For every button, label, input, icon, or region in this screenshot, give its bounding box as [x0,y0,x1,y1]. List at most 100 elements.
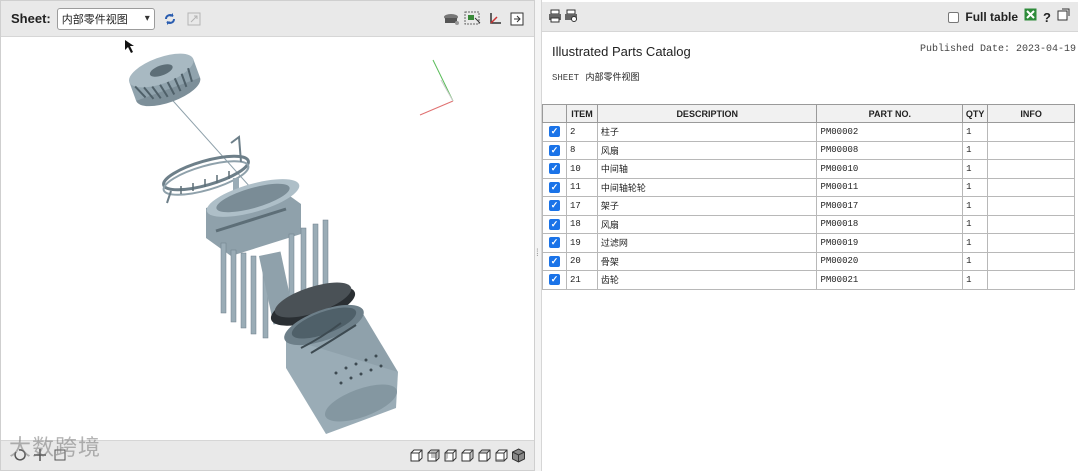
qty-cell: 1 [962,122,989,142]
info-cell [987,140,1075,160]
orientation-axes-icon [419,59,454,116]
sheet-label: Sheet: [11,11,51,26]
print-icon[interactable] [548,9,562,28]
table-row[interactable]: ✓ 2 柱子 PM00002 1 [542,122,1075,142]
header-description[interactable]: DESCRIPTION [596,104,818,123]
part-no-cell: PM00017 [816,196,964,216]
table-row[interactable]: ✓ 18 风扇 PM00018 1 [542,214,1075,234]
view-bottom-icon[interactable] [494,448,509,463]
mouse-cursor-icon [125,40,134,53]
part-no-cell: PM00010 [816,159,964,179]
table-row[interactable]: ✓ 11 中间轴轮轮 PM00011 1 [542,177,1075,197]
exploded-assembly-model [125,40,454,434]
axes-icon[interactable] [486,10,504,28]
fit-view-icon[interactable] [185,10,203,28]
table-row[interactable]: ✓ 8 风扇 PM00008 1 [542,140,1075,160]
info-cell [987,233,1075,253]
print-preview-icon[interactable] [564,9,578,28]
description-cell: 骨架 [596,251,818,271]
info-cell [987,196,1075,216]
header-info[interactable]: INFO [987,104,1075,123]
row-checkbox[interactable]: ✓ [548,163,560,175]
sheet-key: SHEET [552,73,580,83]
row-checkbox-cell: ✓ [542,251,567,271]
info-cell [987,214,1075,234]
info-cell [987,177,1075,197]
info-cell [987,159,1075,179]
item-cell: 21 [565,270,598,290]
row-checkbox[interactable]: ✓ [548,144,560,156]
row-checkbox-cell: ✓ [542,214,567,234]
qty-cell: 1 [962,177,989,197]
view-back-icon[interactable] [426,448,441,463]
view-top-icon[interactable] [477,448,492,463]
qty-cell: 1 [962,270,989,290]
sheet-select-value: 内部零件视图 [61,12,128,26]
row-checkbox[interactable]: ✓ [548,218,560,230]
item-cell: 10 [565,159,598,179]
view-right-icon[interactable] [460,448,475,463]
table-row[interactable]: ✓ 10 中间轴 PM00010 1 [542,159,1075,179]
help-button[interactable]: ? [1043,10,1051,25]
info-cell [987,122,1075,142]
description-cell: 齿轮 [596,270,818,290]
published-date: Published Date: 2023-04-19 [919,44,1076,55]
sheet-select[interactable]: 内部零件视图 ▾ [56,7,155,30]
row-checkbox-cell: ✓ [542,196,567,216]
qty-cell: 1 [962,159,989,179]
table-row[interactable]: ✓ 21 齿轮 PM00021 1 [542,270,1075,290]
splitter-grip-icon[interactable]: ⁞ [536,248,539,259]
row-checkbox[interactable]: ✓ [548,181,560,193]
part-no-cell: PM00018 [816,214,964,234]
item-cell: 19 [565,233,598,253]
view-front-icon[interactable] [409,448,424,463]
sheet-info: SHEET 内部零件视图 [552,70,640,83]
app-root: Sheet: 内部零件视图 ▾ 大数跨境 ⁞ Full table ? Illu… [0,0,1080,471]
viewer-bottom-toolbar: 大数跨境 [1,436,534,470]
sheet-value: 内部零件视图 [585,73,640,83]
header-part-no[interactable]: PART NO. [816,104,964,123]
popout-icon[interactable] [1057,8,1070,26]
item-cell: 20 [565,251,598,271]
description-cell: 过滤网 [596,233,818,253]
view-left-icon[interactable] [443,448,458,463]
qty-cell: 1 [962,251,989,271]
table-row[interactable]: ✓ 19 过滤网 PM00019 1 [542,233,1075,253]
excel-export-icon[interactable] [1024,8,1037,26]
row-checkbox[interactable]: ✓ [548,274,560,286]
header-item[interactable]: ITEM [565,104,598,123]
row-checkbox[interactable]: ✓ [548,126,560,138]
table-row[interactable]: ✓ 17 架子 PM00017 1 [542,196,1075,216]
catalog-toolbar-right: Full table ? [948,8,1070,26]
part-no-cell: PM00008 [816,140,964,160]
table-row[interactable]: ✓ 20 骨架 PM00020 1 [542,251,1075,271]
part-no-cell: PM00002 [816,122,964,142]
row-checkbox[interactable]: ✓ [548,237,560,249]
description-cell: 中间轴 [596,159,818,179]
fan-part [129,53,201,107]
print-tools [548,9,578,28]
row-checkbox[interactable]: ✓ [548,255,560,267]
description-cell: 架子 [596,196,818,216]
export-icon[interactable] [508,10,526,28]
3d-canvas[interactable] [1,38,534,442]
row-checkbox-cell: ✓ [542,270,567,290]
description-cell: 风扇 [596,140,818,160]
header-qty[interactable]: QTY [962,104,989,123]
select-parts-icon[interactable] [464,10,482,28]
part-no-cell: PM00020 [816,251,964,271]
part-no-cell: PM00011 [816,177,964,197]
catalog-toolbar: Full table ? [542,2,1078,32]
full-table-checkbox[interactable] [948,11,960,23]
row-checkbox-cell: ✓ [542,159,567,179]
refresh-icon[interactable] [161,10,179,28]
viewer-toolbar: Sheet: 内部零件视图 ▾ [1,1,534,37]
row-checkbox[interactable]: ✓ [548,200,560,212]
row-checkbox-cell: ✓ [542,233,567,253]
qty-cell: 1 [962,140,989,160]
view-orientation-tools [409,448,526,463]
view-iso-icon[interactable] [511,448,526,463]
panel-splitter[interactable]: ⁞ [535,0,542,471]
explode-icon[interactable] [442,10,460,28]
qty-cell: 1 [962,214,989,234]
